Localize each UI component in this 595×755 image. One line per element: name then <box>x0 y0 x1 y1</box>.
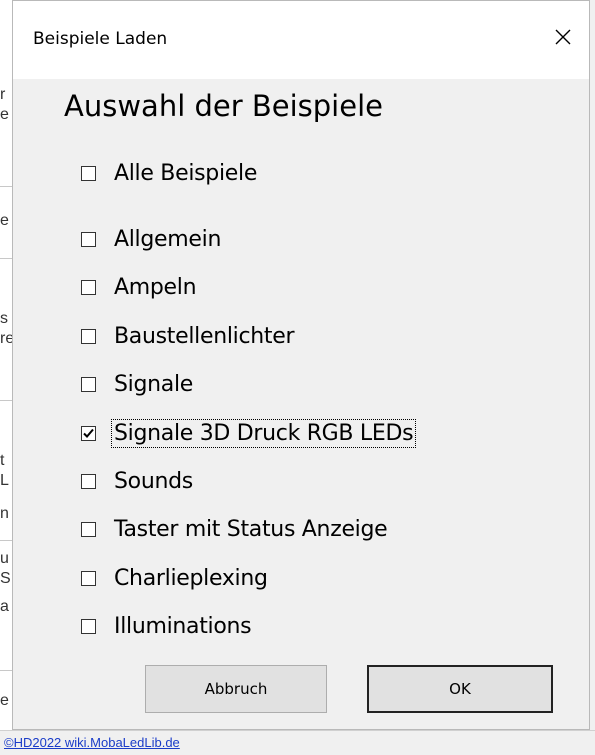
checkbox-label: Alle Beispiele <box>114 160 258 186</box>
checkbox-box[interactable] <box>81 570 96 586</box>
dialog-titlebar: Beispiele Laden <box>13 1 589 79</box>
close-icon <box>554 28 572 51</box>
checkbox-label: Signale 3D Druck RGB LEDs <box>110 418 417 448</box>
dialog-title: Beispiele Laden <box>33 29 168 49</box>
checkbox-box[interactable] <box>81 231 96 247</box>
checkbox-box[interactable] <box>81 473 96 489</box>
load-examples-dialog: Beispiele Laden Auswahl der Beispiele Al… <box>12 0 590 730</box>
checkbox-all-examples[interactable]: Alle Beispiele <box>81 156 259 190</box>
checkbox-label: Illuminations <box>114 613 252 639</box>
checkbox-label: Sounds <box>114 468 193 494</box>
checkbox-label: Ampeln <box>114 274 197 300</box>
dialog-heading: Auswahl der Beispiele <box>64 89 383 123</box>
checkbox-box[interactable] <box>81 279 96 295</box>
checkbox-item[interactable]: Signale 3D Druck RGB LEDs <box>81 416 417 450</box>
checkbox-item[interactable]: Ampeln <box>81 270 198 304</box>
checkbox-label: Signale <box>114 371 194 397</box>
checkbox-label: Taster mit Status Anzeige <box>114 516 388 542</box>
checkbox-label: Baustellenlichter <box>114 323 295 349</box>
checkbox-item[interactable]: Sounds <box>81 464 195 498</box>
checkbox-item[interactable]: Taster mit Status Anzeige <box>81 512 389 546</box>
checkmark-icon <box>83 428 94 438</box>
checkbox-item[interactable]: Allgemein <box>81 222 223 256</box>
checkbox-item[interactable]: Charlieplexing <box>81 561 270 595</box>
checkbox-box[interactable] <box>81 618 96 634</box>
checkbox-box[interactable] <box>81 521 96 537</box>
footer-wiki-link[interactable]: ©HD2022 wiki.MobaLedLib.de <box>4 735 180 750</box>
checkbox-item[interactable]: Signale <box>81 367 195 401</box>
ok-button[interactable]: OK <box>367 665 553 713</box>
checkbox-label: Allgemein <box>114 226 222 252</box>
close-button[interactable] <box>541 17 585 61</box>
checkbox-checked[interactable] <box>81 425 96 441</box>
cancel-button[interactable]: Abbruch <box>145 665 327 713</box>
checkbox-box[interactable] <box>81 376 96 392</box>
checkbox-box[interactable] <box>81 328 96 344</box>
checkbox-label: Charlieplexing <box>114 565 268 591</box>
checkbox-box[interactable] <box>81 165 96 181</box>
checkbox-item[interactable]: Illuminations <box>81 609 253 643</box>
checkbox-item[interactable]: Baustellenlichter <box>81 319 296 353</box>
